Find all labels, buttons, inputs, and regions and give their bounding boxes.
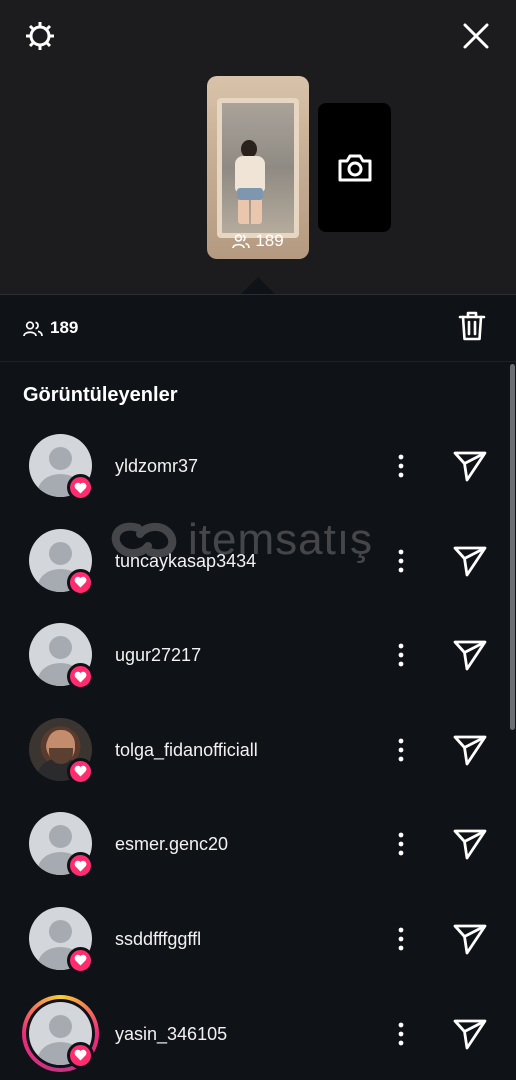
- scrollbar[interactable]: [510, 364, 515, 730]
- viewers-icon: [23, 320, 43, 336]
- send-icon: [453, 451, 487, 482]
- send-icon: [453, 829, 487, 860]
- list-item[interactable]: yasin_346105: [0, 986, 516, 1080]
- heart-icon: [74, 860, 87, 872]
- more-vertical-icon: [398, 549, 404, 572]
- list-item[interactable]: tolga_fidanofficiall: [0, 702, 516, 797]
- username[interactable]: ugur27217: [115, 645, 201, 666]
- story-viewer-count: 189: [207, 231, 309, 251]
- send-icon: [453, 1019, 487, 1049]
- heart-icon: [74, 671, 87, 683]
- more-vertical-icon: [398, 454, 404, 478]
- list-item[interactable]: yldzomr37: [0, 418, 516, 513]
- viewers-icon: [232, 234, 251, 249]
- heart-badge: [67, 663, 94, 691]
- send-button[interactable]: [452, 1017, 488, 1051]
- username[interactable]: esmer.genc20: [115, 834, 228, 855]
- more-options-button[interactable]: [389, 735, 413, 765]
- username[interactable]: tolga_fidanofficiall: [115, 740, 258, 761]
- list-item[interactable]: esmer.genc20: [0, 796, 516, 891]
- more-options-button[interactable]: [389, 829, 413, 859]
- heart-badge: [67, 946, 94, 974]
- send-icon: [453, 640, 487, 671]
- more-vertical-icon: [398, 832, 404, 856]
- views-count: 189: [23, 318, 78, 338]
- more-options-button[interactable]: [389, 1019, 413, 1049]
- settings-icon: [26, 22, 54, 50]
- viewers-list: yldzomr37 tuncaykasap3434 ugur27217 tolg…: [0, 418, 516, 1080]
- story-thumbnail[interactable]: 189: [207, 76, 309, 259]
- send-button[interactable]: [452, 544, 488, 578]
- send-icon: [453, 546, 487, 576]
- delete-button[interactable]: [458, 310, 486, 347]
- close-icon: [463, 23, 489, 49]
- camera-icon: [338, 154, 371, 181]
- more-options-button[interactable]: [389, 640, 413, 670]
- story-viewer-count-value: 189: [255, 231, 284, 250]
- add-story-camera-button[interactable]: [318, 103, 391, 232]
- heart-badge: [67, 757, 94, 785]
- list-item[interactable]: ugur27217: [0, 607, 516, 702]
- more-options-button[interactable]: [389, 924, 413, 954]
- username[interactable]: tuncaykasap3434: [115, 551, 256, 572]
- more-vertical-icon: [398, 927, 404, 951]
- username[interactable]: ssddfffggffl: [115, 929, 201, 950]
- send-button[interactable]: [452, 449, 488, 483]
- story-preview-area: 189: [0, 0, 516, 294]
- more-vertical-icon: [398, 1022, 404, 1045]
- heart-badge: [67, 852, 94, 880]
- trash-icon: [458, 311, 486, 340]
- list-item[interactable]: ssddfffggffl: [0, 891, 516, 986]
- heart-badge: [67, 474, 94, 501]
- heart-icon: [74, 482, 87, 493]
- send-button[interactable]: [452, 733, 488, 767]
- list-item[interactable]: tuncaykasap3434: [0, 513, 516, 608]
- username[interactable]: yldzomr37: [115, 456, 198, 477]
- heart-icon: [74, 576, 87, 588]
- more-vertical-icon: [398, 643, 404, 667]
- close-button[interactable]: [456, 16, 496, 56]
- send-button[interactable]: [452, 638, 488, 672]
- send-icon: [453, 735, 487, 766]
- heart-icon: [74, 766, 87, 777]
- heart-icon: [74, 955, 87, 966]
- more-vertical-icon: [398, 738, 404, 762]
- views-count-value: 189: [50, 318, 79, 337]
- more-options-button[interactable]: [389, 546, 413, 576]
- settings-button[interactable]: [20, 16, 60, 56]
- heart-badge: [67, 1041, 94, 1069]
- send-button[interactable]: [452, 922, 488, 956]
- send-button[interactable]: [452, 827, 488, 861]
- send-icon: [453, 924, 487, 955]
- heart-badge: [67, 568, 94, 596]
- thumbnail-pointer: [241, 277, 275, 294]
- more-options-button[interactable]: [389, 451, 413, 481]
- username[interactable]: yasin_346105: [115, 1024, 227, 1045]
- heart-icon: [74, 1049, 87, 1061]
- viewers-sheet-header: 189: [0, 294, 516, 362]
- section-title: Görüntüleyenler: [23, 384, 178, 406]
